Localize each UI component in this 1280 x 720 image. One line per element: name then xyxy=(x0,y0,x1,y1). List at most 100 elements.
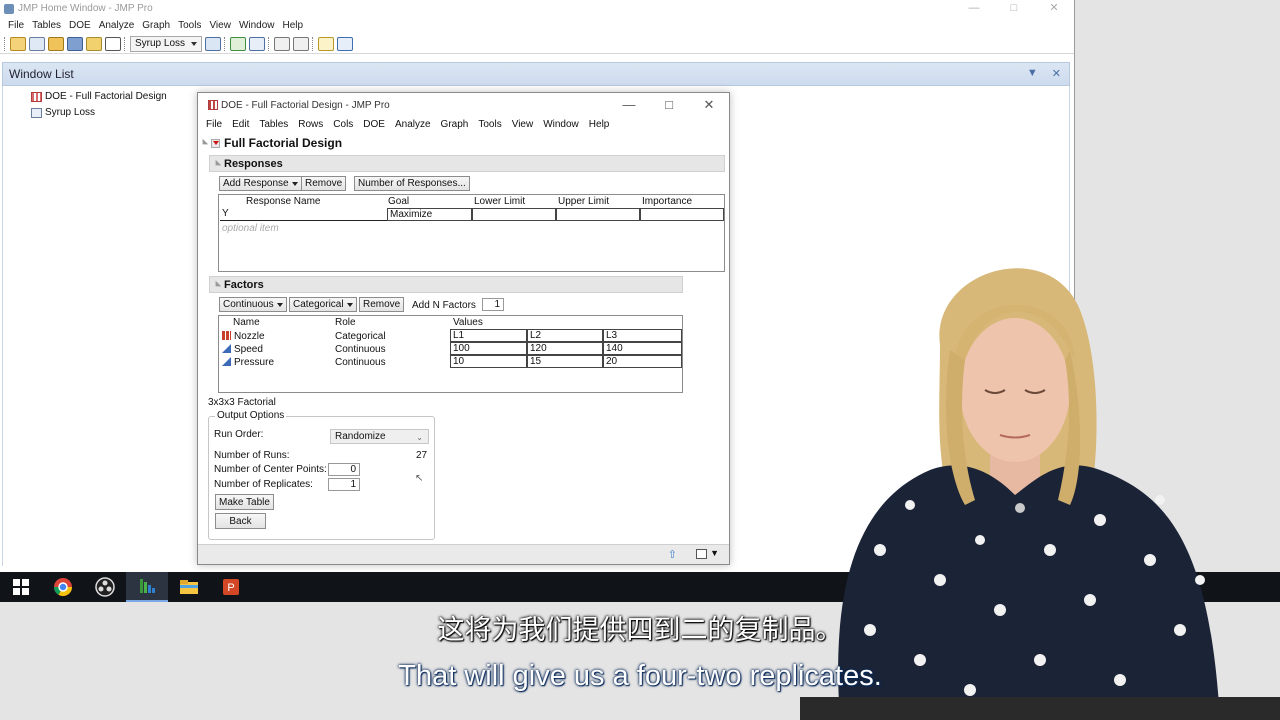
new-script-icon[interactable] xyxy=(29,36,45,51)
menu-tables[interactable]: Tables xyxy=(28,20,65,31)
window-list-item-doe[interactable]: DOE - Full Factorial Design xyxy=(31,91,167,102)
current-table-select[interactable]: Syrup Loss xyxy=(130,35,203,52)
factor-value-cell[interactable]: L2 xyxy=(527,329,603,342)
toolbar-grip-2[interactable] xyxy=(124,36,127,51)
factor-value-cell[interactable]: 140 xyxy=(603,342,682,355)
factor-row-pressure[interactable]: Pressure xyxy=(222,357,274,368)
make-table-button[interactable]: Make Table xyxy=(215,494,274,510)
continuous-factor-icon xyxy=(222,344,231,353)
window-icon[interactable] xyxy=(105,36,121,51)
doe-menu-file[interactable]: File xyxy=(201,119,227,130)
taskbar-file-explorer[interactable] xyxy=(168,572,210,602)
control-chart-icon[interactable] xyxy=(337,36,354,51)
doe-menu-view[interactable]: View xyxy=(507,119,539,130)
doe-menu-tools[interactable]: Tools xyxy=(473,119,506,130)
doe-menubar: File Edit Tables Rows Cols DOE Analyze G… xyxy=(201,119,614,130)
doe-close-button[interactable]: ✕ xyxy=(689,93,729,117)
window-list-header: Window List ▼ ✕ xyxy=(2,62,1070,86)
toolbar-grip-4[interactable] xyxy=(268,36,271,51)
menu-window[interactable]: Window xyxy=(235,20,279,31)
doe-menu-edit[interactable]: Edit xyxy=(227,119,254,130)
response-lower-limit-cell[interactable] xyxy=(472,208,556,221)
remove-factor-button[interactable]: Remove xyxy=(359,297,405,312)
factors-outline[interactable]: Factors xyxy=(209,276,683,293)
menu-tools[interactable]: Tools xyxy=(174,20,205,31)
toolbar-grip-5[interactable] xyxy=(312,36,315,51)
close-button[interactable]: ✕ xyxy=(1034,0,1074,17)
chevron-down-icon[interactable]: ▼ xyxy=(710,548,719,558)
taskbar-jmp[interactable] xyxy=(126,572,168,602)
menu-graph[interactable]: Graph xyxy=(138,20,174,31)
response-goal-cell[interactable]: Maximize xyxy=(387,208,472,221)
table-icon[interactable] xyxy=(205,36,222,51)
taskbar-obs[interactable] xyxy=(84,572,126,602)
optional-item-hint: optional item xyxy=(222,223,279,234)
add-n-factors-input[interactable]: 1 xyxy=(482,298,504,311)
run-order-select[interactable]: Randomize ⌄ xyxy=(330,429,429,444)
open-folder-icon[interactable] xyxy=(48,36,64,51)
doe-maximize-button[interactable]: □ xyxy=(649,93,689,117)
factor-row-nozzle[interactable]: Nozzle xyxy=(222,331,265,342)
disclosure-icon[interactable] xyxy=(212,280,222,289)
factor-name: Speed xyxy=(234,344,263,355)
doe-menu-cols[interactable]: Cols xyxy=(328,119,358,130)
window-arrange-icon[interactable] xyxy=(696,549,707,559)
number-of-responses-button[interactable]: Number of Responses... xyxy=(354,176,470,191)
pin-icon[interactable]: ▼ xyxy=(1027,67,1038,80)
disclosure-icon[interactable] xyxy=(212,159,222,168)
taskbar-chrome[interactable] xyxy=(42,572,84,602)
doe-menu-graph[interactable]: Graph xyxy=(436,119,474,130)
factor-value-cell[interactable]: L1 xyxy=(450,329,527,342)
open-data-icon[interactable] xyxy=(86,36,102,51)
close-icon[interactable]: ✕ xyxy=(1052,67,1061,80)
center-points-input[interactable]: 0 xyxy=(328,463,360,476)
response-upper-limit-cell[interactable] xyxy=(556,208,640,221)
factor-value-cell[interactable]: 10 xyxy=(450,355,527,368)
maximize-button[interactable]: □ xyxy=(994,0,1034,17)
menu-analyze[interactable]: Analyze xyxy=(95,20,139,31)
factor-value-cell[interactable]: 15 xyxy=(527,355,603,368)
window-list-item-syrup-loss[interactable]: Syrup Loss xyxy=(31,107,95,118)
factor-value-cell[interactable]: 100 xyxy=(450,342,527,355)
home-window-icon[interactable]: ⇧ xyxy=(668,548,677,561)
add-response-button[interactable]: Add Response xyxy=(219,176,302,191)
toolbar-grip-3[interactable] xyxy=(224,36,227,51)
doe-minimize-button[interactable]: — xyxy=(609,93,649,117)
full-factorial-outline: Full Factorial Design xyxy=(199,136,342,150)
doe-menu-doe[interactable]: DOE xyxy=(358,119,390,130)
doe-menu-window[interactable]: Window xyxy=(538,119,584,130)
response-name-cell[interactable]: Y xyxy=(220,208,387,221)
factor-row-speed[interactable]: Speed xyxy=(222,344,263,355)
menu-file[interactable]: File xyxy=(4,20,28,31)
distribution-icon[interactable] xyxy=(230,36,247,51)
doe-menu-tables[interactable]: Tables xyxy=(254,119,293,130)
fit-model-icon[interactable] xyxy=(274,36,291,51)
remove-response-button[interactable]: Remove xyxy=(301,176,347,191)
factor-value-cell[interactable]: L3 xyxy=(603,329,682,342)
response-importance-cell[interactable] xyxy=(640,208,724,221)
start-button[interactable] xyxy=(0,572,42,602)
new-table-icon[interactable] xyxy=(10,36,26,51)
toolbar-grip[interactable] xyxy=(4,36,7,51)
doe-menu-help[interactable]: Help xyxy=(584,119,615,130)
multivariate-icon[interactable] xyxy=(293,36,310,51)
disclosure-icon[interactable] xyxy=(199,138,209,148)
menu-help[interactable]: Help xyxy=(279,20,308,31)
taskbar-powerpoint[interactable]: P xyxy=(210,572,252,602)
categorical-factor-button[interactable]: Categorical xyxy=(289,297,357,312)
doe-menu-analyze[interactable]: Analyze xyxy=(390,119,436,130)
fit-y-by-x-icon[interactable] xyxy=(249,36,266,51)
doe-menu-rows[interactable]: Rows xyxy=(293,119,328,130)
replicates-input[interactable]: 1 xyxy=(328,478,360,491)
menu-doe[interactable]: DOE xyxy=(65,20,95,31)
save-icon[interactable] xyxy=(67,36,83,51)
graph-builder-icon[interactable] xyxy=(318,36,335,51)
minimize-button[interactable]: — xyxy=(954,0,994,17)
factor-value-cell[interactable]: 120 xyxy=(527,342,603,355)
red-triangle-menu-icon[interactable] xyxy=(211,138,220,148)
back-button[interactable]: Back xyxy=(215,513,266,529)
factor-value-cell[interactable]: 20 xyxy=(603,355,682,368)
responses-outline[interactable]: Responses xyxy=(209,155,725,172)
continuous-factor-button[interactable]: Continuous xyxy=(219,297,287,312)
menu-view[interactable]: View xyxy=(205,20,235,31)
